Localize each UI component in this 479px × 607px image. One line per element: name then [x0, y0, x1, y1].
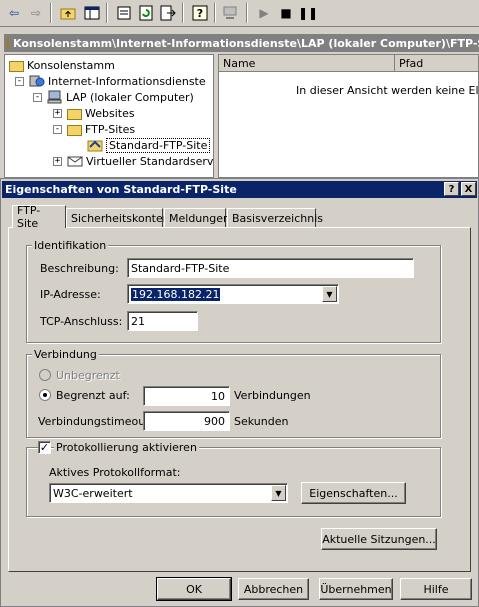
tab-messages[interactable]: Meldungen: [164, 208, 230, 227]
unlimited-radio[interactable]: [39, 369, 51, 381]
expand-icon[interactable]: +: [53, 157, 62, 166]
console-tree[interactable]: Konsolenstamm - Internet-Informationsdie…: [4, 54, 214, 178]
log-properties-button[interactable]: Eigenschaften...: [301, 482, 406, 504]
pause-icon[interactable]: ❚❚: [298, 3, 318, 23]
collapse-icon[interactable]: -: [15, 77, 24, 86]
ftp-site-icon: [87, 138, 103, 152]
tab-ftp-site[interactable]: FTP-Site: [12, 204, 66, 230]
log-format-select[interactable]: W3C-erweitert ▼: [49, 483, 288, 503]
ip-address-value: 192.168.182.21: [131, 287, 221, 301]
unlimited-label: Unbegrenzt: [56, 369, 120, 382]
cancel-button[interactable]: Abbrechen: [238, 578, 309, 600]
dialog-title: Eigenschaften von Standard-FTP-Site: [5, 183, 237, 196]
collapse-icon[interactable]: -: [53, 125, 62, 134]
identification-group-label: Identifikation: [32, 239, 109, 252]
apply-button[interactable]: Übernehmen: [319, 578, 393, 600]
ip-address-label: IP-Adresse:: [40, 288, 101, 301]
log-format-value: W3C-erweitert: [53, 486, 133, 500]
description-label: Beschreibung:: [40, 262, 119, 275]
computer-icon[interactable]: [220, 3, 240, 23]
expand-icon[interactable]: +: [53, 109, 62, 118]
forward-arrow-icon[interactable]: ⇨: [26, 3, 46, 23]
toolbar-separator: [182, 3, 184, 23]
mail-server-icon: [67, 154, 83, 168]
current-sessions-button[interactable]: Aktuelle Sitzungen...: [321, 528, 437, 550]
help-icon[interactable]: ?: [190, 3, 210, 23]
timeout-input[interactable]: 900: [143, 411, 230, 431]
tree-item-ftp-sites[interactable]: FTP-Sites: [67, 121, 135, 137]
limited-radio[interactable]: [39, 389, 51, 401]
tree-item-iis[interactable]: Internet-Informationsdienste: [29, 73, 206, 89]
chevron-down-icon[interactable]: ▼: [271, 485, 286, 501]
column-header-path[interactable]: Pfad: [395, 55, 478, 72]
show-hide-tree-icon[interactable]: [82, 3, 102, 23]
connection-group-label: Verbindung: [32, 348, 99, 361]
up-folder-icon[interactable]: [58, 3, 78, 23]
limited-label: Begrenzt auf:: [56, 389, 130, 402]
computer-icon: [47, 90, 63, 104]
console-path-bar: Konsolenstamm\Internet-Informationsdiens…: [4, 34, 479, 52]
toolbar-separator: [106, 3, 108, 23]
max-connections-input[interactable]: 10: [143, 386, 230, 406]
properties-icon[interactable]: [114, 3, 134, 23]
svg-text:?: ?: [197, 7, 203, 20]
tab-home-directory[interactable]: Basisverzeichnis: [227, 208, 323, 227]
chevron-down-icon[interactable]: ▼: [322, 286, 337, 302]
tree-item-root[interactable]: Konsolenstamm: [9, 57, 115, 73]
console-list[interactable]: Name Pfad In dieser Ansicht werden keine…: [218, 54, 479, 178]
tcp-port-label: TCP-Anschluss:: [40, 315, 123, 328]
toolbar-separator: [246, 3, 248, 23]
tree-item-computer[interactable]: LAP (lokaler Computer): [47, 89, 194, 105]
log-format-label: Aktives Protokollformat:: [49, 466, 181, 479]
tree-item-websites[interactable]: Websites: [67, 105, 135, 121]
export-list-icon[interactable]: [158, 3, 178, 23]
stop-icon[interactable]: ■: [276, 3, 296, 23]
ok-button[interactable]: OK: [156, 577, 232, 601]
enable-logging-checkbox[interactable]: ✓: [38, 441, 51, 454]
iis-icon: [29, 74, 45, 88]
toolbar: ⇦ ⇨ ? ▶ ■ ❚❚: [0, 0, 479, 27]
play-icon[interactable]: ▶: [254, 3, 274, 23]
toolbar-separator: [50, 3, 52, 23]
tcp-port-input[interactable]: 21: [127, 311, 198, 331]
timeout-label: Verbindungstimeout:: [38, 415, 154, 428]
toolbar-separator: [214, 3, 216, 23]
tree-item-virtual-server[interactable]: Virtueller Standardserver: [67, 153, 213, 169]
seconds-unit-label: Sekunden: [234, 415, 289, 428]
dialog-title-bar: Eigenschaften von Standard-FTP-Site: [2, 181, 477, 198]
help-button[interactable]: Hilfe: [400, 578, 472, 600]
column-header-name[interactable]: Name: [219, 55, 395, 72]
folder-icon: [67, 124, 82, 136]
back-arrow-icon[interactable]: ⇦: [4, 3, 24, 23]
close-button[interactable]: X: [461, 182, 476, 196]
enable-logging-label: Protokollierung aktivieren: [54, 441, 199, 454]
tab-security-accounts[interactable]: Sicherheitskonten: [66, 208, 170, 227]
empty-list-message: In dieser Ansicht werden keine Elemente …: [296, 84, 479, 97]
folder-icon: [7, 37, 9, 49]
console-path: Konsolenstamm\Internet-Informationsdiens…: [13, 36, 479, 50]
help-caption-button[interactable]: ?: [444, 182, 459, 196]
tree-item-standard-ftp-site[interactable]: Standard-FTP-Site: [87, 137, 211, 153]
folder-icon: [9, 60, 24, 72]
connections-unit-label: Verbindungen: [234, 389, 311, 402]
refresh-icon[interactable]: [136, 3, 156, 23]
ip-address-select[interactable]: 192.168.182.21 ▼: [127, 284, 339, 304]
collapse-icon[interactable]: -: [33, 93, 42, 102]
description-input[interactable]: Standard-FTP-Site: [127, 258, 414, 278]
folder-icon: [67, 108, 82, 120]
